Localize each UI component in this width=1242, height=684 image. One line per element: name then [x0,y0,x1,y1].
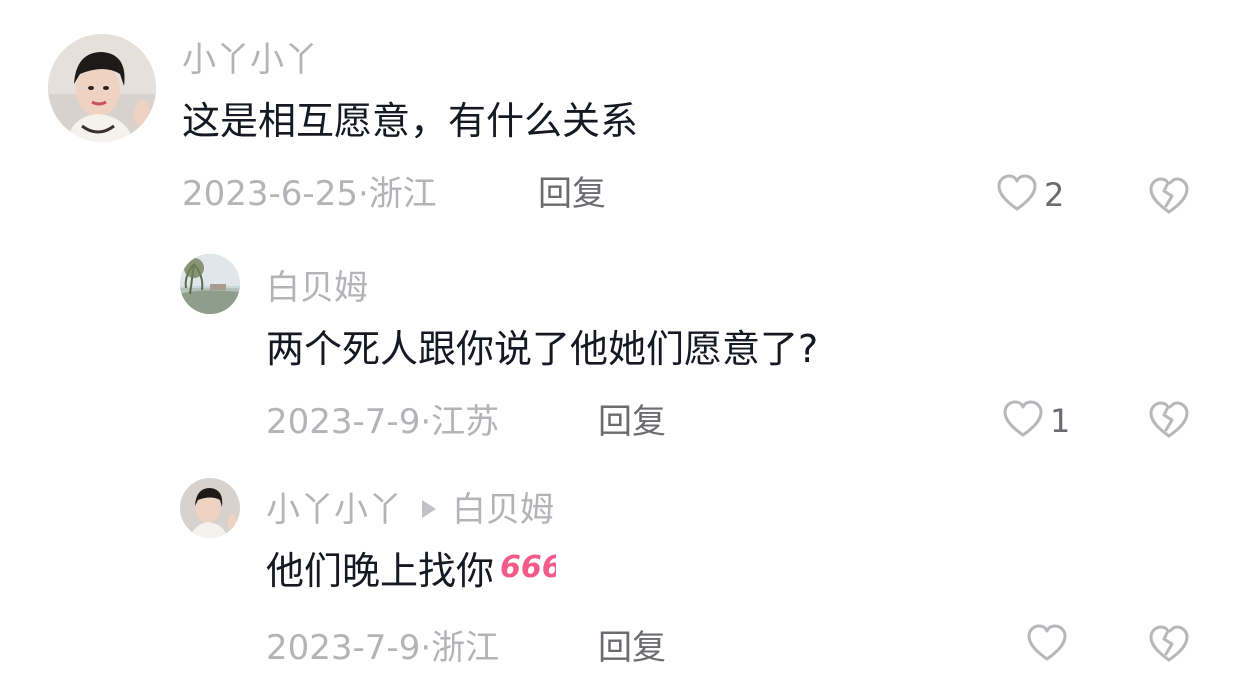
reply-button[interactable]: 回复 [598,628,666,668]
broken-heart-icon [1148,625,1190,668]
like-button[interactable] [1026,624,1068,666]
dislike-button[interactable] [1148,624,1190,668]
comment-location: 浙江 [431,628,500,668]
reply-arrow-icon [422,499,436,518]
reply-item: 小丫小丫 白贝姆 他们晚上找你 666 2023-7-9·浙江 回复 [0,0,1242,684]
comment-meta: 2023-7-9·浙江 [266,628,499,668]
avatar[interactable] [180,478,240,538]
comment-text: 他们晚上找你 [266,549,495,593]
emoji-666-text: 666 [500,550,556,583]
heart-icon [1026,624,1068,666]
comment-date: 2023-7-9 [266,628,421,668]
username[interactable]: 小丫小丫 [266,490,402,530]
comment-thread: 小丫小丫 这是相互愿意，有什么关系 2023-6-25·浙江 回复 2 白贝姆 … [0,0,1242,684]
username-row: 小丫小丫 白贝姆 [266,490,554,530]
emoji-666-icon: 666 [498,547,563,593]
reply-to-username[interactable]: 白贝姆 [452,490,554,530]
comment-text-row: 他们晚上找你 666 [266,547,563,597]
meta-separator: · [420,628,432,668]
